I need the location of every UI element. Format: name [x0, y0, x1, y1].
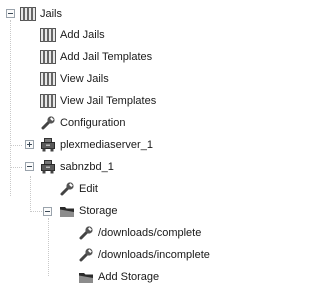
tree-node-label: plexmediaserver_1	[60, 139, 153, 151]
tree-node-label: Configuration	[60, 117, 126, 129]
tree-node-sabnzbd[interactable]: sabnzbd_1	[40, 157, 114, 177]
tree-node-view-jail-templates[interactable]: View Jail Templates	[40, 91, 156, 111]
tree-connector	[30, 176, 31, 210]
wrench-icon	[59, 181, 75, 197]
collapse-toggle-jails[interactable]	[6, 9, 15, 18]
tree-node-label: View Jail Templates	[60, 95, 157, 107]
tree-node-label: Edit	[79, 183, 98, 195]
collapse-toggle-sabnzbd[interactable]	[25, 162, 34, 171]
jails-tree: Jails Add Jails Add Jail Templates View …	[0, 0, 258, 290]
jail-bars-icon	[40, 71, 56, 87]
tree-node-add-storage[interactable]: Add Storage	[78, 267, 159, 287]
tree-connector	[10, 20, 11, 196]
jail-bars-icon	[40, 93, 56, 109]
storage-icon	[78, 269, 94, 285]
tree-node-add-jail-templates[interactable]: Add Jail Templates	[40, 47, 152, 67]
jail-bars-icon	[40, 49, 56, 65]
tree-node-add-jails[interactable]: Add Jails	[40, 25, 105, 45]
tree-node-downloads-incomplete[interactable]: /downloads/incomplete	[78, 245, 210, 265]
tree-node-label: /downloads/incomplete	[98, 249, 210, 261]
tree-node-edit[interactable]: Edit	[59, 179, 98, 199]
tree-connector	[10, 145, 22, 146]
tree-connector	[30, 211, 42, 212]
tree-node-label: Jails	[40, 8, 63, 20]
tree-connector	[10, 167, 22, 168]
wrench-icon	[40, 115, 56, 131]
server-icon	[40, 159, 56, 175]
tree-node-plexmediaserver[interactable]: plexmediaserver_1	[40, 135, 153, 155]
tree-node-label: Add Jails	[60, 29, 105, 41]
server-icon	[40, 137, 56, 153]
expand-toggle-plexmediaserver[interactable]	[25, 140, 34, 149]
tree-node-storage[interactable]: Storage	[59, 201, 118, 221]
storage-icon	[59, 203, 75, 219]
collapse-toggle-storage[interactable]	[43, 207, 52, 216]
tree-node-label: Storage	[79, 205, 118, 217]
tree-node-label: View Jails	[60, 73, 109, 85]
tree-node-label: Add Jail Templates	[60, 51, 153, 63]
jail-bars-icon	[40, 27, 56, 43]
wrench-icon	[78, 247, 94, 263]
tree-node-label: Add Storage	[98, 271, 160, 283]
tree-node-view-jails[interactable]: View Jails	[40, 69, 109, 89]
jail-bars-icon	[20, 6, 36, 22]
wrench-icon	[78, 225, 94, 241]
tree-node-label: /downloads/complete	[98, 227, 202, 239]
tree-node-downloads-complete[interactable]: /downloads/complete	[78, 223, 201, 243]
tree-connector	[48, 218, 49, 276]
tree-node-jails[interactable]: Jails	[20, 4, 62, 24]
tree-node-configuration[interactable]: Configuration	[40, 113, 125, 133]
tree-node-label: sabnzbd_1	[60, 161, 114, 173]
